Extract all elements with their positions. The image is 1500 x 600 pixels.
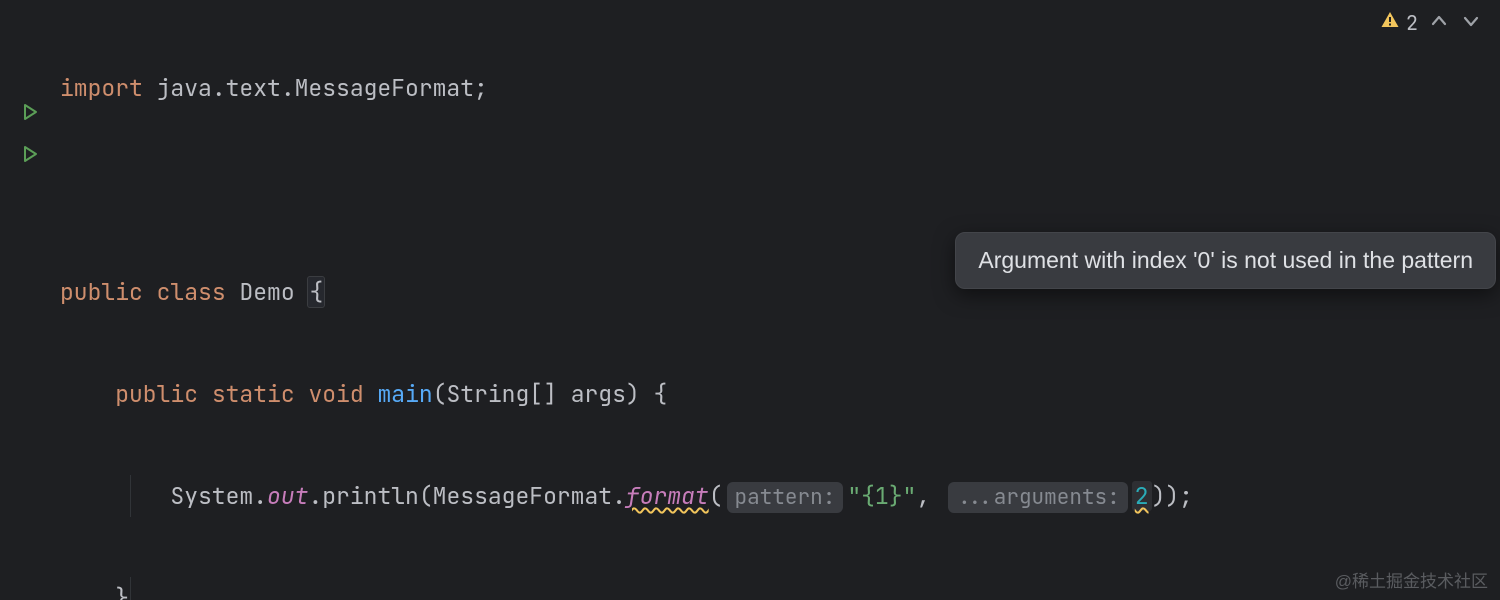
- number-literal: 2: [1132, 481, 1152, 511]
- run-main-icon[interactable]: [21, 145, 39, 163]
- warning-badge[interactable]: 2: [1380, 10, 1418, 36]
- field-out: out: [267, 481, 308, 511]
- warning-icon: [1380, 10, 1400, 36]
- method-main: main: [377, 379, 432, 409]
- next-highlight-button[interactable]: [1460, 10, 1482, 36]
- code-line[interactable]: [60, 169, 1500, 211]
- inspection-widget[interactable]: 2: [1380, 10, 1482, 36]
- keyword-class: class: [157, 277, 226, 307]
- run-class-icon[interactable]: [21, 103, 39, 121]
- watermark: @稀土掘金技术社区: [1335, 567, 1488, 592]
- prev-highlight-button[interactable]: [1428, 10, 1450, 36]
- tooltip-message: Argument with index '0' is not used in t…: [978, 247, 1473, 273]
- brace-open: {: [308, 277, 324, 307]
- code-line[interactable]: import java.text.MessageFormat;: [60, 67, 1500, 109]
- warning-count: 2: [1406, 10, 1418, 36]
- class-name: Demo: [239, 277, 294, 307]
- method-format: format: [626, 481, 709, 511]
- code-line[interactable]: System.out.println(MessageFormat.format(…: [60, 475, 1500, 517]
- code-line[interactable]: }: [60, 577, 1500, 600]
- code-area[interactable]: import java.text.MessageFormat; public c…: [60, 0, 1500, 600]
- code-line[interactable]: public static void main(String[] args) {: [60, 373, 1500, 415]
- string-literal: "{1}": [847, 481, 916, 511]
- keyword-import: import: [60, 73, 143, 103]
- inspection-tooltip: Argument with index '0' is not used in t…: [955, 232, 1496, 289]
- keyword-public: public: [60, 277, 143, 307]
- param-hint-pattern: pattern:: [727, 482, 844, 513]
- import-path: java.text.MessageFormat: [157, 73, 474, 103]
- param-hint-arguments: ...arguments:: [948, 482, 1128, 513]
- gutter: [0, 0, 60, 600]
- code-editor[interactable]: import java.text.MessageFormat; public c…: [0, 0, 1500, 600]
